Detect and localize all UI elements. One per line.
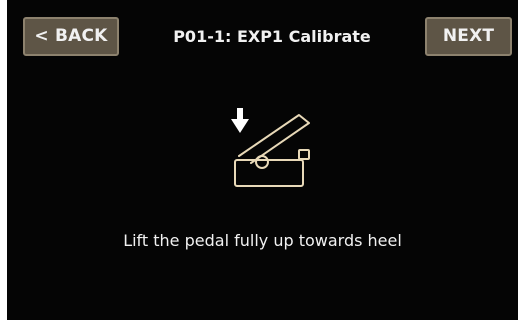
back-button[interactable]: < BACK — [23, 17, 119, 56]
page-title: P01-1: EXP1 Calibrate — [173, 27, 371, 46]
next-button[interactable]: NEXT — [425, 17, 512, 56]
calibration-screen: < BACK P01-1: EXP1 Calibrate NEXT Lift t… — [7, 0, 518, 320]
down-arrow-icon — [231, 108, 249, 133]
instruction-text: Lift the pedal fully up towards heel — [123, 231, 402, 250]
expression-pedal-heel-down-icon — [231, 108, 310, 187]
